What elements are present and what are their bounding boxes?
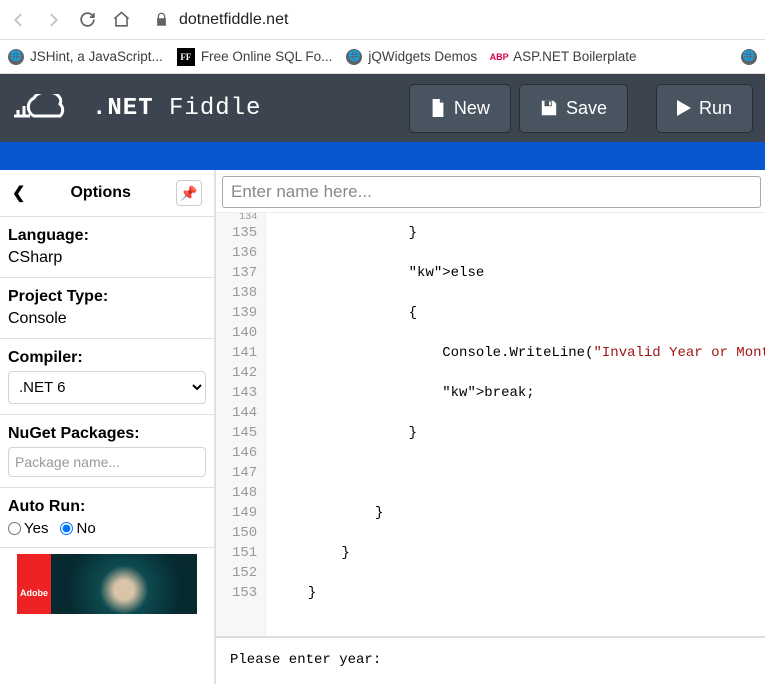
bookmarks-bar: 🌐 JSHint, a JavaScript... FF Free Online… bbox=[0, 40, 765, 74]
url-text: dotnetfiddle.net bbox=[179, 11, 288, 29]
language-value[interactable]: CSharp bbox=[8, 249, 206, 267]
code-area[interactable]: } "kw">else { Console.WriteLine("Invalid… bbox=[266, 213, 765, 636]
file-icon bbox=[430, 99, 446, 117]
logo-text-fiddle: Fiddle bbox=[169, 95, 261, 122]
globe-icon: 🌐 bbox=[741, 49, 757, 65]
project-type-value[interactable]: Console bbox=[8, 310, 206, 328]
save-icon bbox=[540, 99, 558, 117]
home-button[interactable] bbox=[110, 9, 132, 31]
new-button[interactable]: New bbox=[409, 84, 511, 133]
project-type-label: Project Type: bbox=[8, 288, 206, 306]
nuget-section: NuGet Packages: bbox=[0, 415, 214, 488]
nuget-label: NuGet Packages: bbox=[8, 425, 206, 443]
bookmark-label: JSHint, a JavaScript... bbox=[30, 49, 163, 64]
project-type-section: Project Type: Console bbox=[0, 278, 214, 339]
reload-button[interactable] bbox=[76, 9, 98, 31]
language-section: Language: CSharp bbox=[0, 217, 214, 278]
globe-icon: 🌐 bbox=[346, 49, 362, 65]
bookmark-jshint[interactable]: 🌐 JSHint, a JavaScript... bbox=[8, 49, 163, 65]
bookmark-sql[interactable]: FF Free Online SQL Fo... bbox=[177, 48, 333, 66]
save-button-label: Save bbox=[566, 98, 607, 119]
bookmark-label: Free Online SQL Fo... bbox=[201, 49, 333, 64]
ad-image bbox=[51, 554, 197, 614]
compiler-section: Compiler: .NET 6 bbox=[0, 339, 214, 415]
globe-icon: 🌐 bbox=[8, 49, 24, 65]
nuget-input[interactable] bbox=[8, 447, 206, 477]
save-button[interactable]: Save bbox=[519, 84, 628, 133]
address-bar[interactable]: dotnetfiddle.net bbox=[154, 11, 757, 29]
adobe-logo: Adobe bbox=[17, 554, 51, 614]
compiler-label: Compiler: bbox=[8, 349, 206, 367]
bookmark-label: jQWidgets Demos bbox=[368, 49, 477, 64]
output-panel: Please enter year: bbox=[216, 636, 765, 684]
new-button-label: New bbox=[454, 98, 490, 119]
code-editor[interactable]: 1341351361371381391401411421431441451461… bbox=[216, 212, 765, 636]
logo[interactable]: .NET Fiddle bbox=[12, 94, 401, 122]
autorun-section: Auto Run: Yes No bbox=[0, 488, 214, 548]
language-label: Language: bbox=[8, 227, 206, 245]
forward-button[interactable] bbox=[42, 9, 64, 31]
bookmark-jqwidgets[interactable]: 🌐 jQWidgets Demos bbox=[346, 49, 477, 65]
content-area: 1341351361371381391401411421431441451461… bbox=[216, 170, 765, 684]
line-gutter: 1341351361371381391401411421431441451461… bbox=[216, 213, 266, 636]
app-header: .NET Fiddle New Save Run bbox=[0, 74, 765, 142]
advertisement[interactable]: Adobe bbox=[17, 554, 197, 614]
autorun-label: Auto Run: bbox=[8, 498, 206, 516]
pin-button[interactable]: 📌 bbox=[176, 180, 202, 206]
ff-icon: FF bbox=[177, 48, 195, 66]
lock-icon bbox=[154, 12, 169, 27]
bookmark-label: ASP.NET Boilerplate bbox=[513, 49, 636, 64]
output-text: Please enter year: bbox=[230, 652, 381, 668]
autorun-no[interactable]: No bbox=[60, 520, 95, 537]
play-icon bbox=[677, 100, 691, 116]
collapse-sidebar-icon[interactable]: ❮ bbox=[12, 183, 25, 203]
logo-text-net: .NET bbox=[92, 95, 154, 122]
compiler-select[interactable]: .NET 6 bbox=[8, 371, 206, 404]
autorun-yes[interactable]: Yes bbox=[8, 520, 48, 537]
main-area: ❮ Options 📌 Language: CSharp Project Typ… bbox=[0, 170, 765, 684]
sidebar: ❮ Options 📌 Language: CSharp Project Typ… bbox=[0, 170, 216, 684]
fiddle-name-input[interactable] bbox=[222, 176, 761, 208]
bookmark-overflow[interactable]: 🌐 bbox=[741, 49, 757, 65]
abp-icon: ABP bbox=[491, 49, 507, 65]
run-button[interactable]: Run bbox=[656, 84, 753, 133]
browser-toolbar: dotnetfiddle.net bbox=[0, 0, 765, 40]
options-title: Options bbox=[70, 184, 130, 202]
run-button-label: Run bbox=[699, 98, 732, 119]
back-button[interactable] bbox=[8, 9, 30, 31]
cloud-icon bbox=[12, 94, 82, 122]
options-header: ❮ Options 📌 bbox=[0, 170, 214, 217]
banner-strip bbox=[0, 142, 765, 170]
bookmark-aspnet[interactable]: ABP ASP.NET Boilerplate bbox=[491, 49, 636, 65]
